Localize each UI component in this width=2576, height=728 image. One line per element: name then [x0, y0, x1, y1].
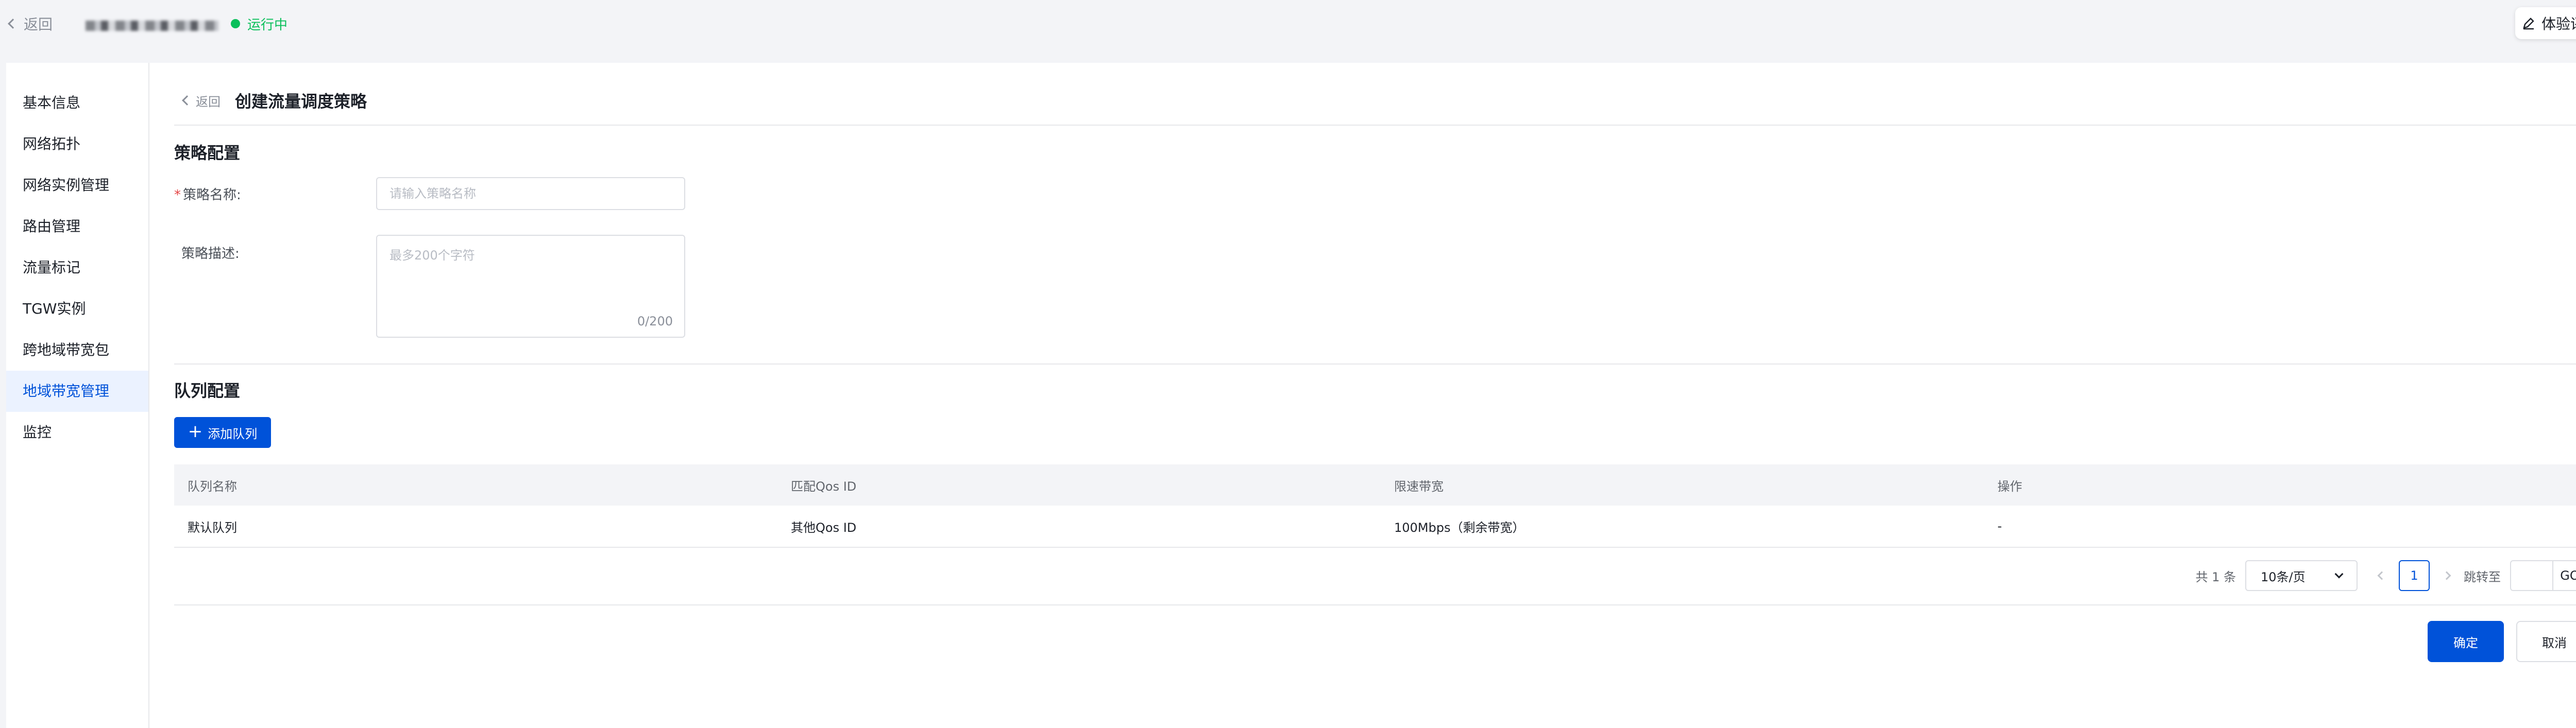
add-queue-button[interactable]: + 添加队列 [174, 417, 271, 448]
jump-label: 跳转至 [2464, 569, 2501, 584]
go-button[interactable]: GO [2553, 560, 2576, 591]
cancel-button[interactable]: 取消 [2516, 621, 2576, 662]
add-queue-label: 添加队列 [208, 426, 258, 441]
column-header: 限速带宽 [1394, 479, 1444, 494]
edit-icon [2523, 18, 2534, 30]
breadcrumb: 返回 创建流量调度策略 [182, 88, 367, 113]
char-counter: 0/200 [637, 314, 673, 328]
confirm-button[interactable]: 确定 [2428, 621, 2504, 662]
column-header: 队列名称 [188, 479, 237, 494]
status-badge: 运行中 [231, 12, 287, 35]
pagination: 共 1 条 10条/页 1 跳转至 GO [2195, 560, 2576, 591]
total-count: 共 1 条 [2195, 569, 2236, 584]
chevron-left-icon [182, 95, 192, 106]
back-link[interactable]: 返回 [8, 11, 53, 36]
policy-desc-placeholder: 最多200个字符 [389, 248, 475, 263]
table-cell: 默认队列 [188, 520, 237, 535]
prev-page-button[interactable] [2374, 560, 2389, 591]
column-header: 操作 [1997, 479, 2022, 494]
content-area: 返回 创建流量调度策略 策略配置 * 策略名称: 请输入策略名称 策略描述: 最多… [174, 63, 2576, 728]
divider [174, 125, 2576, 126]
policy-name-label: * 策略名称: [174, 184, 241, 203]
sidebar-item-cross-region-bandwidth[interactable]: 跨地域带宽包 [6, 330, 148, 371]
sidebar-item-region-bandwidth[interactable]: 地域带宽管理 [6, 371, 148, 412]
chevron-left-icon [8, 19, 18, 29]
rate-experience-button[interactable]: 体验评分 [2515, 7, 2576, 39]
chevron-right-icon [2442, 571, 2451, 580]
policy-section-title: 策略配置 [174, 143, 241, 163]
policy-name-label-text: 策略名称: [183, 187, 241, 203]
required-mark: * [174, 187, 181, 203]
sidebar: 基本信息 网络拓扑 网络实例管理 路由管理 流量标记 TGW实例 跨地域带宽包 … [6, 63, 149, 728]
page-title: 创建流量调度策略 [235, 92, 367, 111]
sidebar-item-tgw-instances[interactable]: TGW实例 [6, 288, 148, 330]
policy-desc-label: 策略描述: [181, 246, 240, 262]
table-cell: 100Mbps（剩余带宽） [1394, 520, 1525, 535]
queue-table: 队列名称 匹配Qos ID 限速带宽 操作 默认队列 其他Qos ID 100M… [174, 464, 2576, 548]
top-bar: 返回 运行中 体验评分 [0, 0, 2576, 47]
policy-name-input[interactable]: 请输入策略名称 [376, 177, 685, 210]
chevron-down-icon [2334, 569, 2344, 579]
sidebar-item-routes[interactable]: 路由管理 [6, 206, 148, 247]
queue-section-title: 队列配置 [174, 381, 241, 401]
table-cell: 其他Qos ID [791, 520, 857, 535]
divider [174, 604, 2576, 605]
divider [174, 363, 2576, 365]
chevron-left-icon [2377, 571, 2386, 580]
policy-desc-textarea[interactable]: 最多200个字符 0/200 [376, 235, 685, 338]
column-header: 匹配Qos ID [791, 479, 857, 494]
main-panel: 基本信息 网络拓扑 网络实例管理 路由管理 流量标记 TGW实例 跨地域带宽包 … [6, 63, 2576, 728]
status-dot-icon [231, 19, 240, 28]
page-back-label: 返回 [196, 94, 221, 109]
jump-page-input[interactable] [2510, 560, 2553, 591]
sidebar-item-monitoring[interactable]: 监控 [6, 412, 148, 453]
page-size-value: 10条/页 [2261, 569, 2306, 584]
back-label: 返回 [24, 16, 53, 33]
table-cell: - [1997, 519, 2002, 533]
page-size-select[interactable]: 10条/页 [2245, 560, 2358, 591]
page-number-current[interactable]: 1 [2399, 560, 2430, 591]
sidebar-item-network-instances[interactable]: 网络实例管理 [6, 165, 148, 206]
table-header: 队列名称 匹配Qos ID 限速带宽 操作 [174, 464, 2576, 506]
status-label: 运行中 [247, 17, 288, 33]
plus-icon: + [188, 421, 203, 442]
sidebar-item-basic-info[interactable]: 基本信息 [6, 82, 148, 124]
sidebar-item-traffic-marking[interactable]: 流量标记 [6, 247, 148, 288]
instance-name-redacted [86, 21, 218, 31]
table-row: 默认队列 其他Qos ID 100Mbps（剩余带宽） - [174, 506, 2576, 548]
sidebar-item-topology[interactable]: 网络拓扑 [6, 124, 148, 165]
rate-label: 体验评分 [2541, 15, 2576, 32]
next-page-button[interactable] [2439, 560, 2454, 591]
page-back-link[interactable]: 返回 [182, 92, 221, 110]
